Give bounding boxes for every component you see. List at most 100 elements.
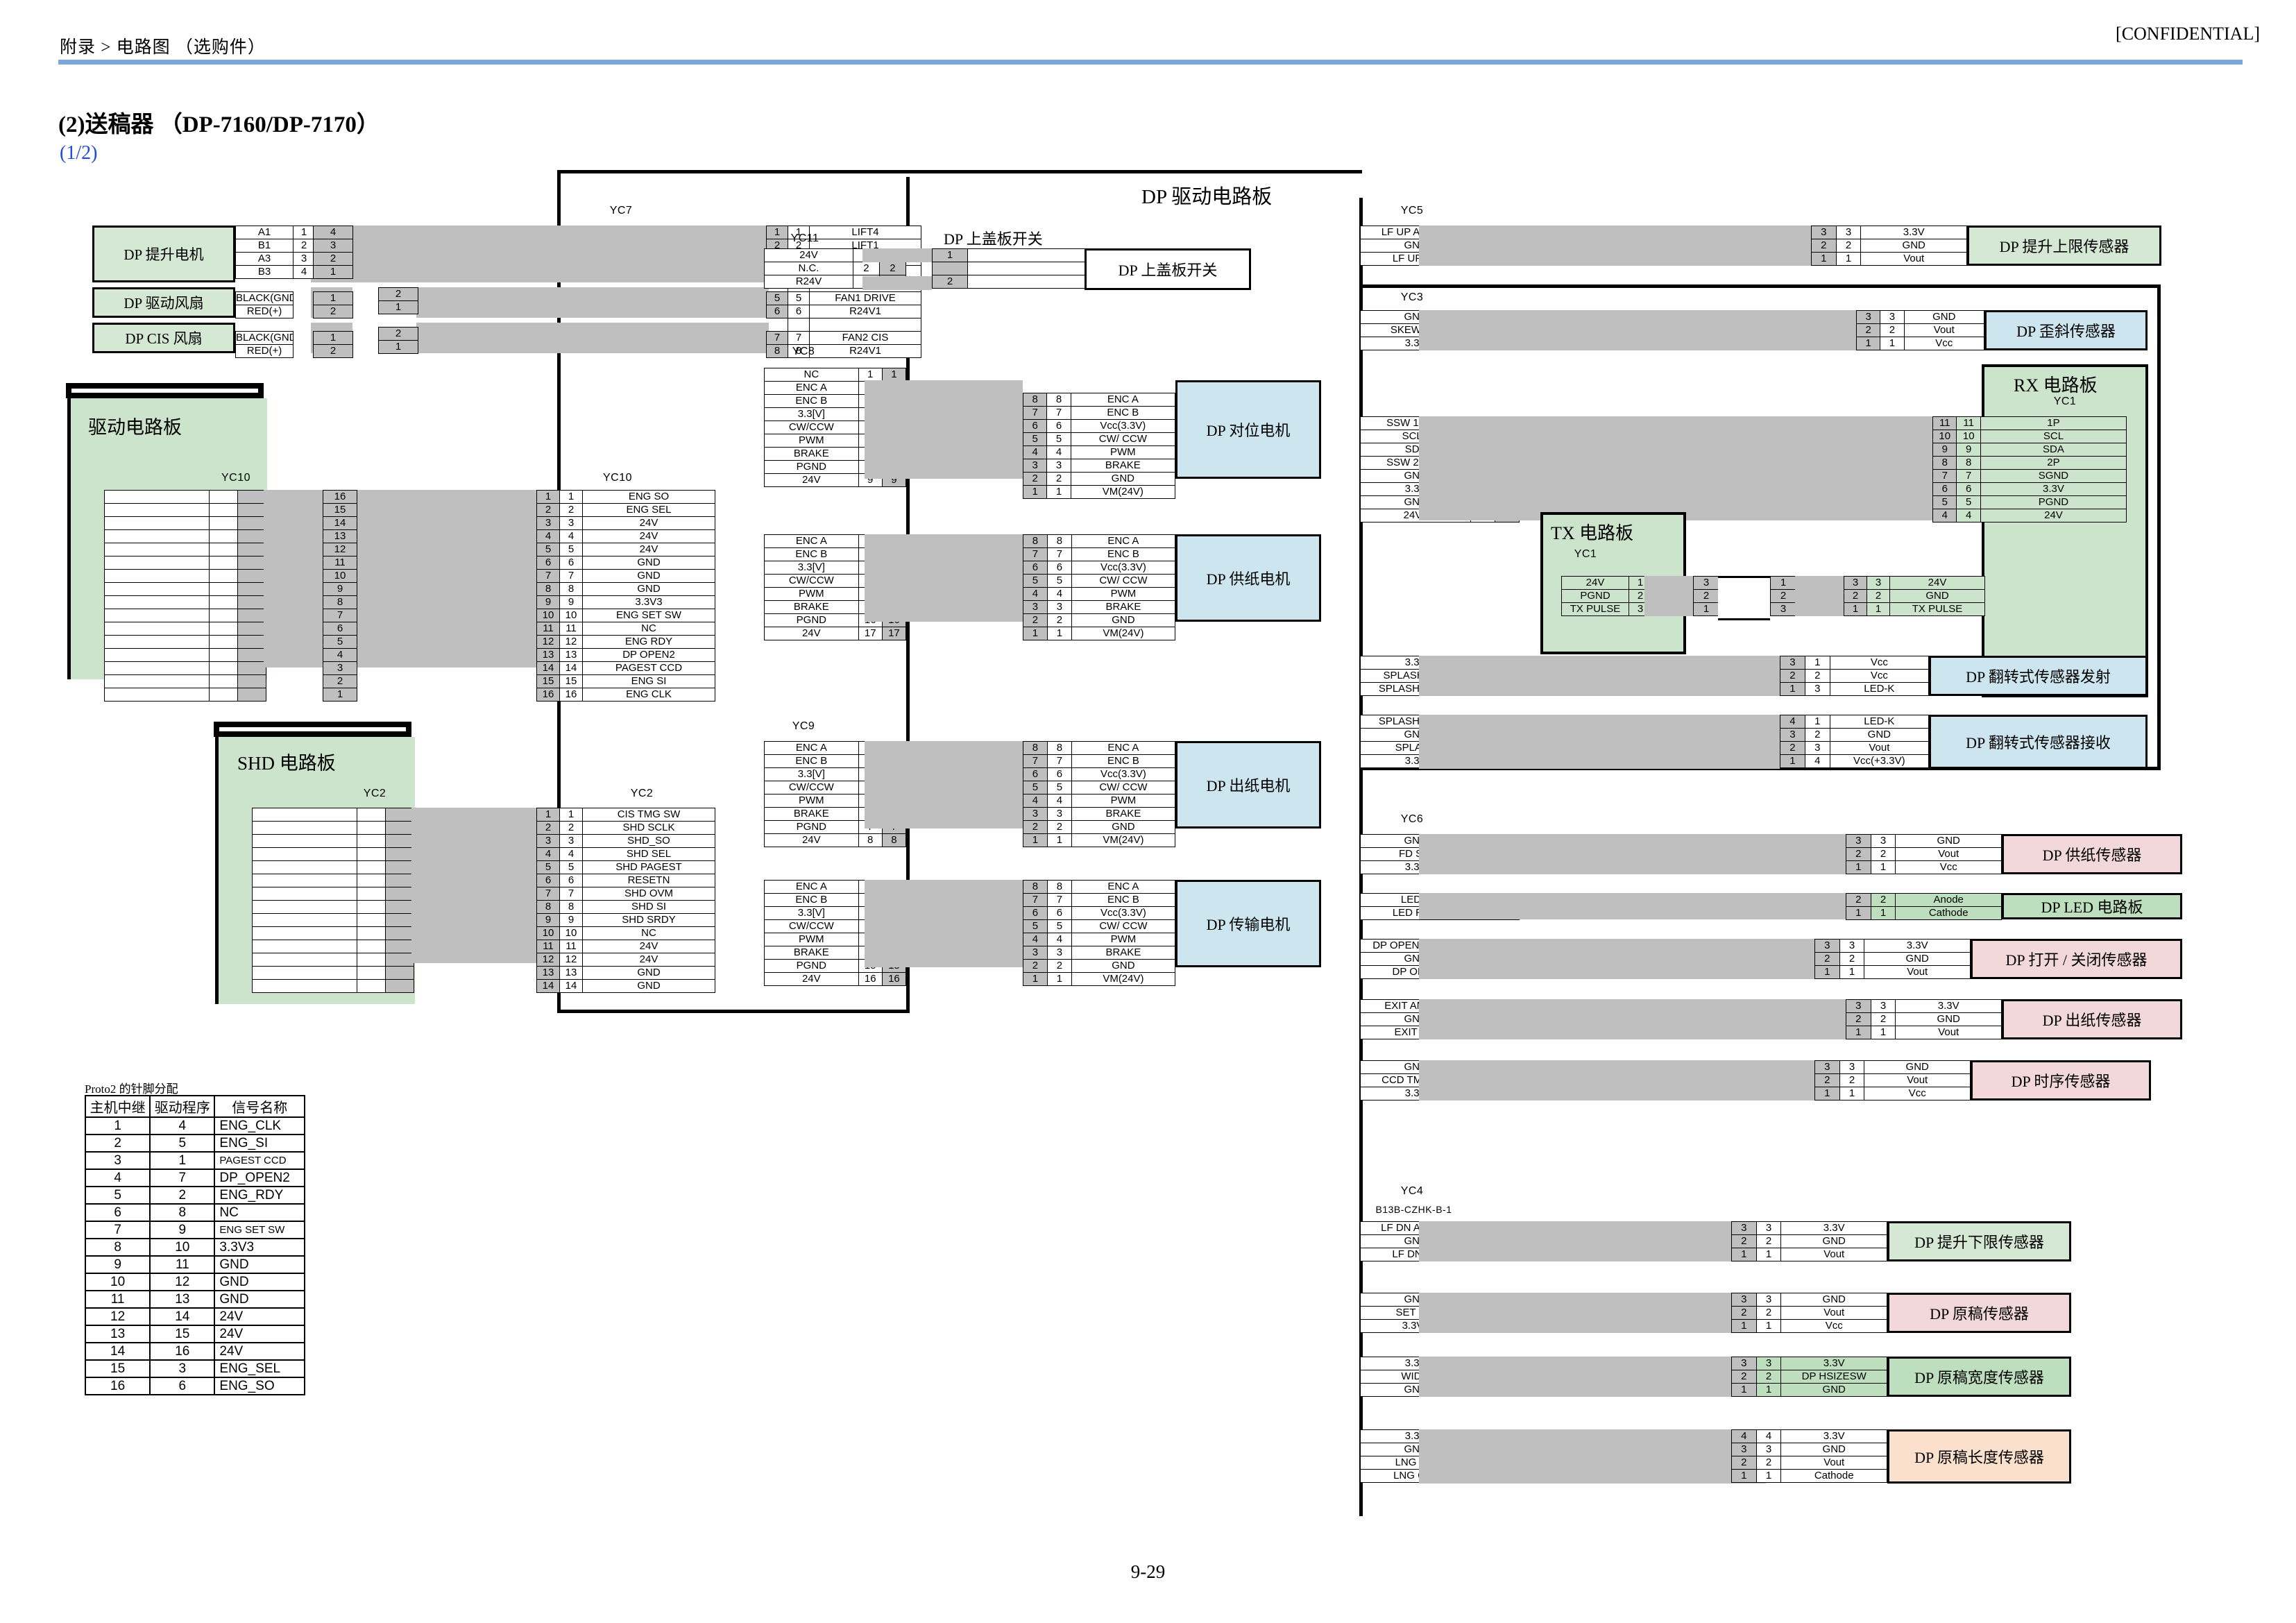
page-number: 9-29 (1130, 1561, 1166, 1582)
cell: 3 (1755, 1221, 1782, 1235)
cell: PWM (764, 794, 859, 808)
cell: 2 (293, 239, 315, 253)
cell: 2 (1814, 952, 1840, 966)
cell: 8 (536, 582, 560, 596)
cell: 3 (1731, 1221, 1757, 1235)
cell: 11 (1932, 416, 1957, 430)
proto-cell: 13 (84, 1325, 151, 1343)
cell (237, 635, 266, 649)
proto-cell: 6 (149, 1377, 216, 1395)
cell: 6 (536, 874, 560, 887)
cell: 13 (559, 966, 583, 980)
cell: 3 (1731, 1293, 1757, 1307)
cell: 7 (536, 887, 560, 901)
cell: 3 (1693, 576, 1719, 590)
cell: 2 (1046, 613, 1072, 627)
cell: BRAKE (1070, 459, 1176, 473)
cell: RESETN (582, 874, 715, 887)
cell (104, 609, 210, 622)
cable-tx-b (1795, 576, 1844, 616)
cell: 3.3V3 (582, 595, 715, 609)
cell: GND (582, 979, 715, 993)
cell: 4 (1804, 754, 1830, 768)
yc2-main-table: 1 1 CIS TMG SW 2 2 SHD SCLK 3 3 SHD_SO 4 4 SHD SEL 5… (536, 808, 715, 993)
cable-flip-rx (1419, 715, 1780, 769)
cell: 8 (1046, 534, 1072, 548)
cable-drive-fan-right (416, 287, 769, 318)
cell: 3 (1755, 1443, 1782, 1456)
cell: GND (1071, 613, 1176, 627)
cell (252, 808, 357, 822)
yc7-right-table: 11LIFT422LIFT133LIFT344LIFT255FAN1 DRIVE… (766, 226, 921, 358)
cell: 2 (1846, 847, 1871, 861)
cell: 1 (881, 368, 907, 382)
proto-cell: 2 (149, 1186, 216, 1205)
cell: PWM (1070, 445, 1176, 459)
cell (385, 834, 414, 848)
tx-link-right-table: 3 3 24V 2 2 GND 1 1 TX PULSE (1844, 576, 1985, 616)
cell: 2 (1755, 1456, 1782, 1470)
cell: SHD OVM (582, 887, 715, 901)
cell: 24V (582, 543, 715, 556)
yc6-feed-dev-table: 3 3 GND 2 2 Vout 1 1 Vcc (1846, 834, 2002, 874)
cell: 12 (536, 953, 560, 967)
cell: Vcc(3.3V) (1070, 419, 1176, 433)
proto-cell: NC (214, 1203, 305, 1222)
cell (294, 332, 315, 345)
cell: 2 (378, 327, 418, 341)
cell: 2 (1046, 820, 1072, 834)
cell: 7 (1046, 893, 1072, 907)
cell: 4 (1023, 794, 1048, 808)
cell: 24V (582, 953, 715, 967)
proto-row: 16 6 ENG_SO (84, 1377, 305, 1395)
yc9-exit-dev-table: 8 8 ENC A 7 7 ENC B 6 6 Vcc(3.3V) 5 5 CW/ CCW 4 4 PWM 3… (1023, 741, 1176, 847)
cell (385, 940, 414, 953)
cell: Vout (1829, 741, 1930, 755)
device-drive-fan: DP 驱动风扇 (92, 287, 235, 318)
cell (237, 609, 266, 622)
cell (104, 688, 210, 702)
cell: Vout (1780, 1456, 1887, 1470)
page-title: (2)送稿器 （DP-7160/DP-7170） (58, 112, 380, 137)
cell: 1 (1839, 1087, 1865, 1101)
cell: 3 (1755, 1293, 1782, 1307)
cell: 6 (1046, 906, 1072, 920)
cell: ENC A (1071, 534, 1176, 548)
proto-header-cell: 信号名称 (214, 1095, 305, 1118)
proto-cell: 6 (84, 1203, 151, 1222)
cell: 1 (313, 331, 353, 345)
cell (252, 900, 357, 914)
proto-row: 8 10 3.3V3 (84, 1238, 305, 1257)
cell: 8 (536, 900, 560, 914)
cell: 8 (1023, 741, 1048, 755)
cell: 1 (1870, 1026, 1896, 1039)
cell: NC (582, 926, 715, 940)
cell (104, 648, 210, 662)
cell: 3 (1046, 600, 1072, 614)
device-cis-fan: DP CIS 风扇 (92, 323, 235, 353)
device-timing-sensor: DP 时序传感器 (1971, 1060, 2151, 1101)
cell: 3.3[V] (764, 561, 859, 575)
cable-yc4-length (1419, 1429, 1766, 1484)
cell (104, 543, 210, 556)
cell (237, 516, 266, 530)
proto-header-row: 主机中继 驱动程序 信号名称 (84, 1095, 305, 1118)
cell: LED-K (1829, 682, 1930, 696)
cell (357, 940, 386, 953)
cell: 2 (559, 821, 583, 835)
cell: Cathode (1780, 1469, 1887, 1483)
cell: 2 (1804, 669, 1830, 683)
cell: 2 (1731, 1234, 1757, 1248)
cell (104, 661, 210, 675)
yc4-label: YC4 (1400, 1185, 1424, 1197)
proto-table-caption: Proto2 的针脚分配 (85, 1082, 178, 1096)
cell: CW/ CCW (1071, 919, 1176, 933)
cell (104, 556, 210, 570)
cell: 7 (1932, 469, 1957, 483)
cable-yc4-width (1419, 1357, 1766, 1397)
cell: 4 (1780, 715, 1805, 729)
cell: 9 (1956, 443, 1981, 457)
proto-cell: 14 (84, 1342, 151, 1361)
cell: 1 (1814, 965, 1840, 979)
proto-cell: 8 (149, 1203, 216, 1222)
